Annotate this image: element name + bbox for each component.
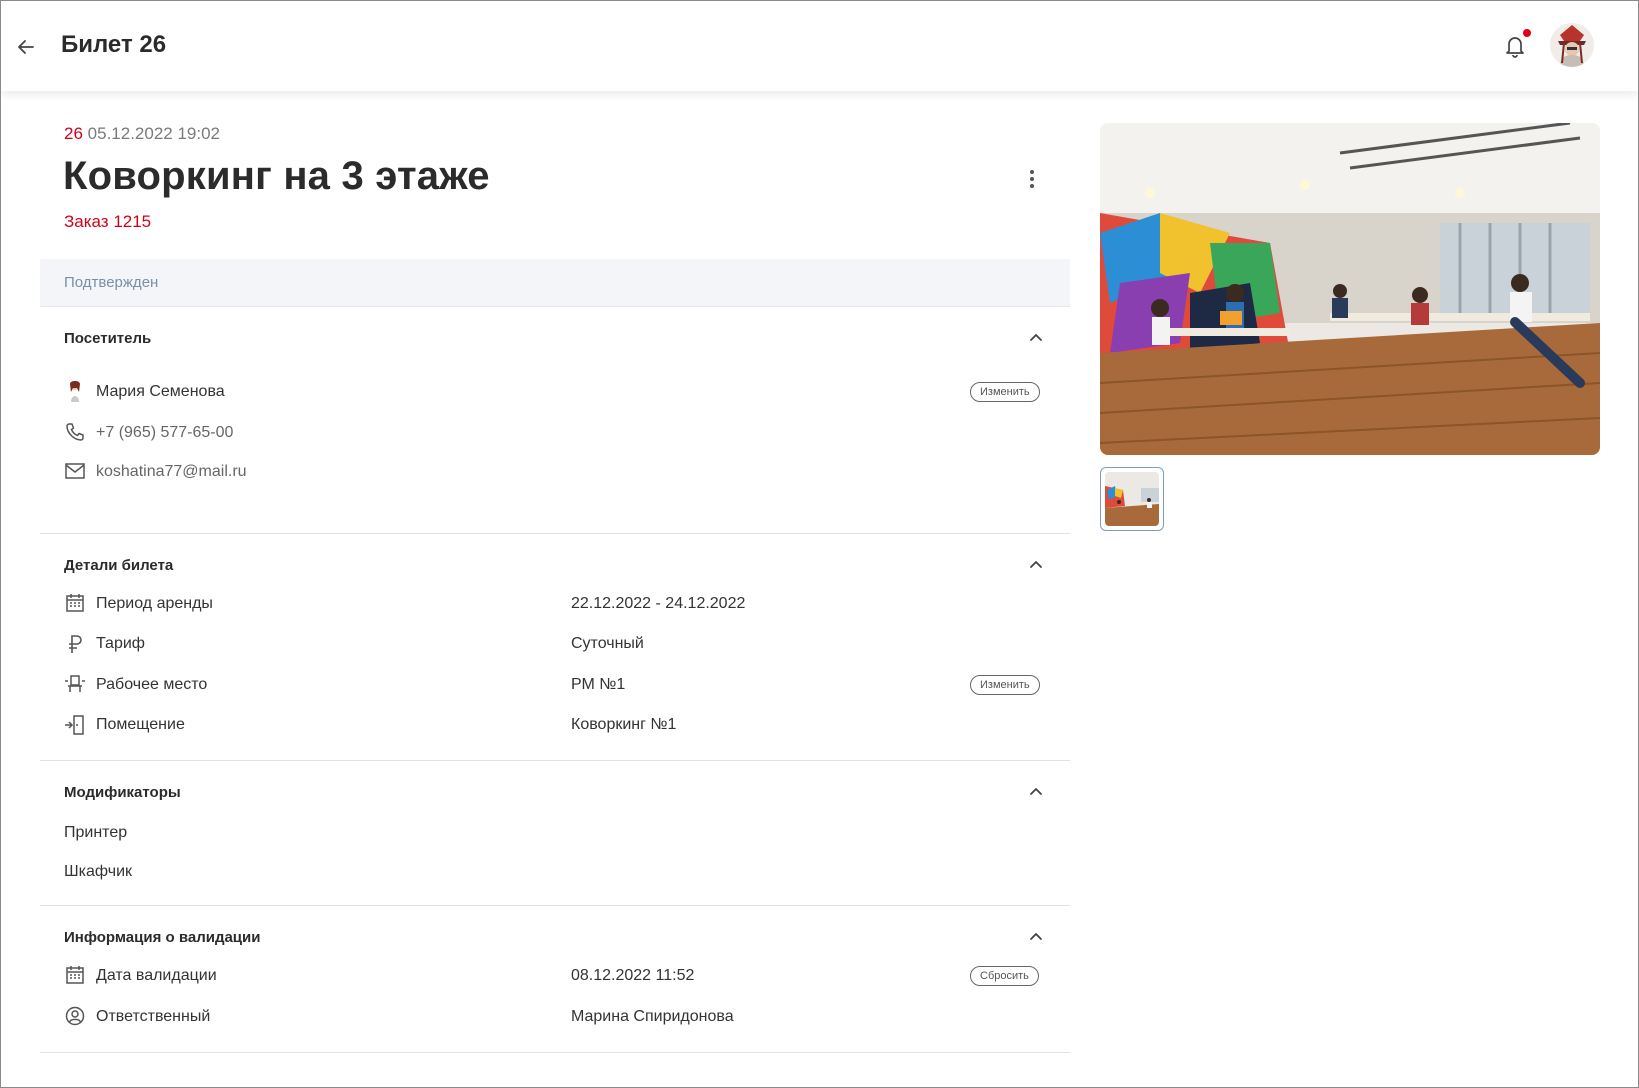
user-circle-icon (64, 1005, 86, 1027)
door-enter-icon (64, 714, 86, 736)
change-visitor-button[interactable]: Изменить (970, 382, 1040, 402)
detail-value-workplace: РМ №1 (571, 676, 626, 693)
workplace-icon (64, 673, 86, 695)
ticket-meta: 26 05.12.2022 19:02 (64, 124, 220, 144)
detail-value-tariff: Суточный (571, 635, 644, 652)
calendar-icon (64, 592, 86, 614)
detail-label-tariff: Тариф (96, 635, 145, 652)
chevron-up-icon (1030, 561, 1042, 568)
validation-value-date: 08.12.2022 11:52 (571, 967, 695, 984)
status-band: Подтвержден (40, 259, 1070, 307)
modifiers-section: Модификаторы Принтер Шкафчик (40, 762, 1070, 906)
detail-label-workplace: Рабочее место (96, 676, 208, 693)
status-text: Подтвержден (64, 274, 159, 291)
visitor-section: Посетитель Мария Семенова Изменить +7 (9… (40, 308, 1070, 534)
bell-icon (1506, 37, 1524, 58)
collapse-details-button[interactable] (1026, 555, 1046, 575)
visitor-name: Мария Семенова (96, 383, 225, 400)
reset-validation-button[interactable]: Сбросить (970, 966, 1039, 986)
ticket-datetime: 05.12.2022 19:02 (87, 124, 221, 143)
collapse-validation-button[interactable] (1026, 927, 1046, 947)
detail-value-period: 22.12.2022 - 24.12.2022 (571, 595, 746, 612)
visitor-section-title: Посетитель (64, 330, 152, 347)
visitor-avatar-icon (64, 380, 86, 402)
detail-label-room: Помещение (96, 716, 185, 733)
space-main-photo[interactable] (1100, 123, 1600, 455)
collapse-visitor-button[interactable] (1026, 328, 1046, 348)
modifier-item: Шкафчик (64, 863, 132, 880)
page-title: Билет 26 (61, 31, 167, 58)
ruble-icon (64, 633, 86, 655)
detail-label-period: Период аренды (96, 595, 213, 612)
calendar-icon (64, 964, 86, 986)
detail-value-room: Коворкинг №1 (571, 716, 677, 733)
validation-label-date: Дата валидации (96, 967, 217, 984)
validation-value-responsible: Марина Спиридонова (571, 1008, 734, 1025)
validation-section: Информация о валидации Дата валидации 08… (40, 907, 1070, 1053)
validation-section-title: Информация о валидации (64, 929, 261, 946)
change-workplace-button[interactable]: Изменить (970, 675, 1040, 695)
phone-icon (64, 421, 86, 443)
notifications-button[interactable] (1503, 33, 1529, 61)
user-avatar[interactable] (1550, 23, 1594, 67)
arrow-left-icon (18, 40, 34, 54)
modifier-item: Принтер (64, 824, 128, 841)
top-bar: Билет 26 (1, 1, 1638, 91)
details-section-title: Детали билета (64, 557, 174, 574)
back-button[interactable] (13, 34, 39, 60)
more-menu-button[interactable] (1022, 166, 1042, 192)
photo-thumbnail[interactable] (1100, 467, 1164, 531)
details-section: Детали билета Период аренды 22.12.2022 -… (40, 535, 1070, 761)
modifiers-section-title: Модификаторы (64, 784, 181, 801)
visitor-email[interactable]: koshatina77@mail.ru (96, 463, 247, 481)
chevron-up-icon (1030, 933, 1042, 940)
order-link[interactable]: Заказ 1215 (64, 212, 151, 232)
chevron-up-icon (1030, 334, 1042, 341)
collapse-modifiers-button[interactable] (1026, 782, 1046, 802)
notification-dot (1523, 29, 1531, 37)
more-vertical-icon (1030, 170, 1034, 174)
chevron-up-icon (1030, 788, 1042, 795)
mail-icon (64, 460, 86, 482)
visitor-phone[interactable]: +7 (965) 577-65-00 (96, 424, 233, 442)
validation-label-responsible: Ответственный (96, 1008, 211, 1025)
ticket-title: Коворкинг на 3 этаже (63, 154, 490, 198)
ticket-number: 26 (64, 124, 83, 143)
